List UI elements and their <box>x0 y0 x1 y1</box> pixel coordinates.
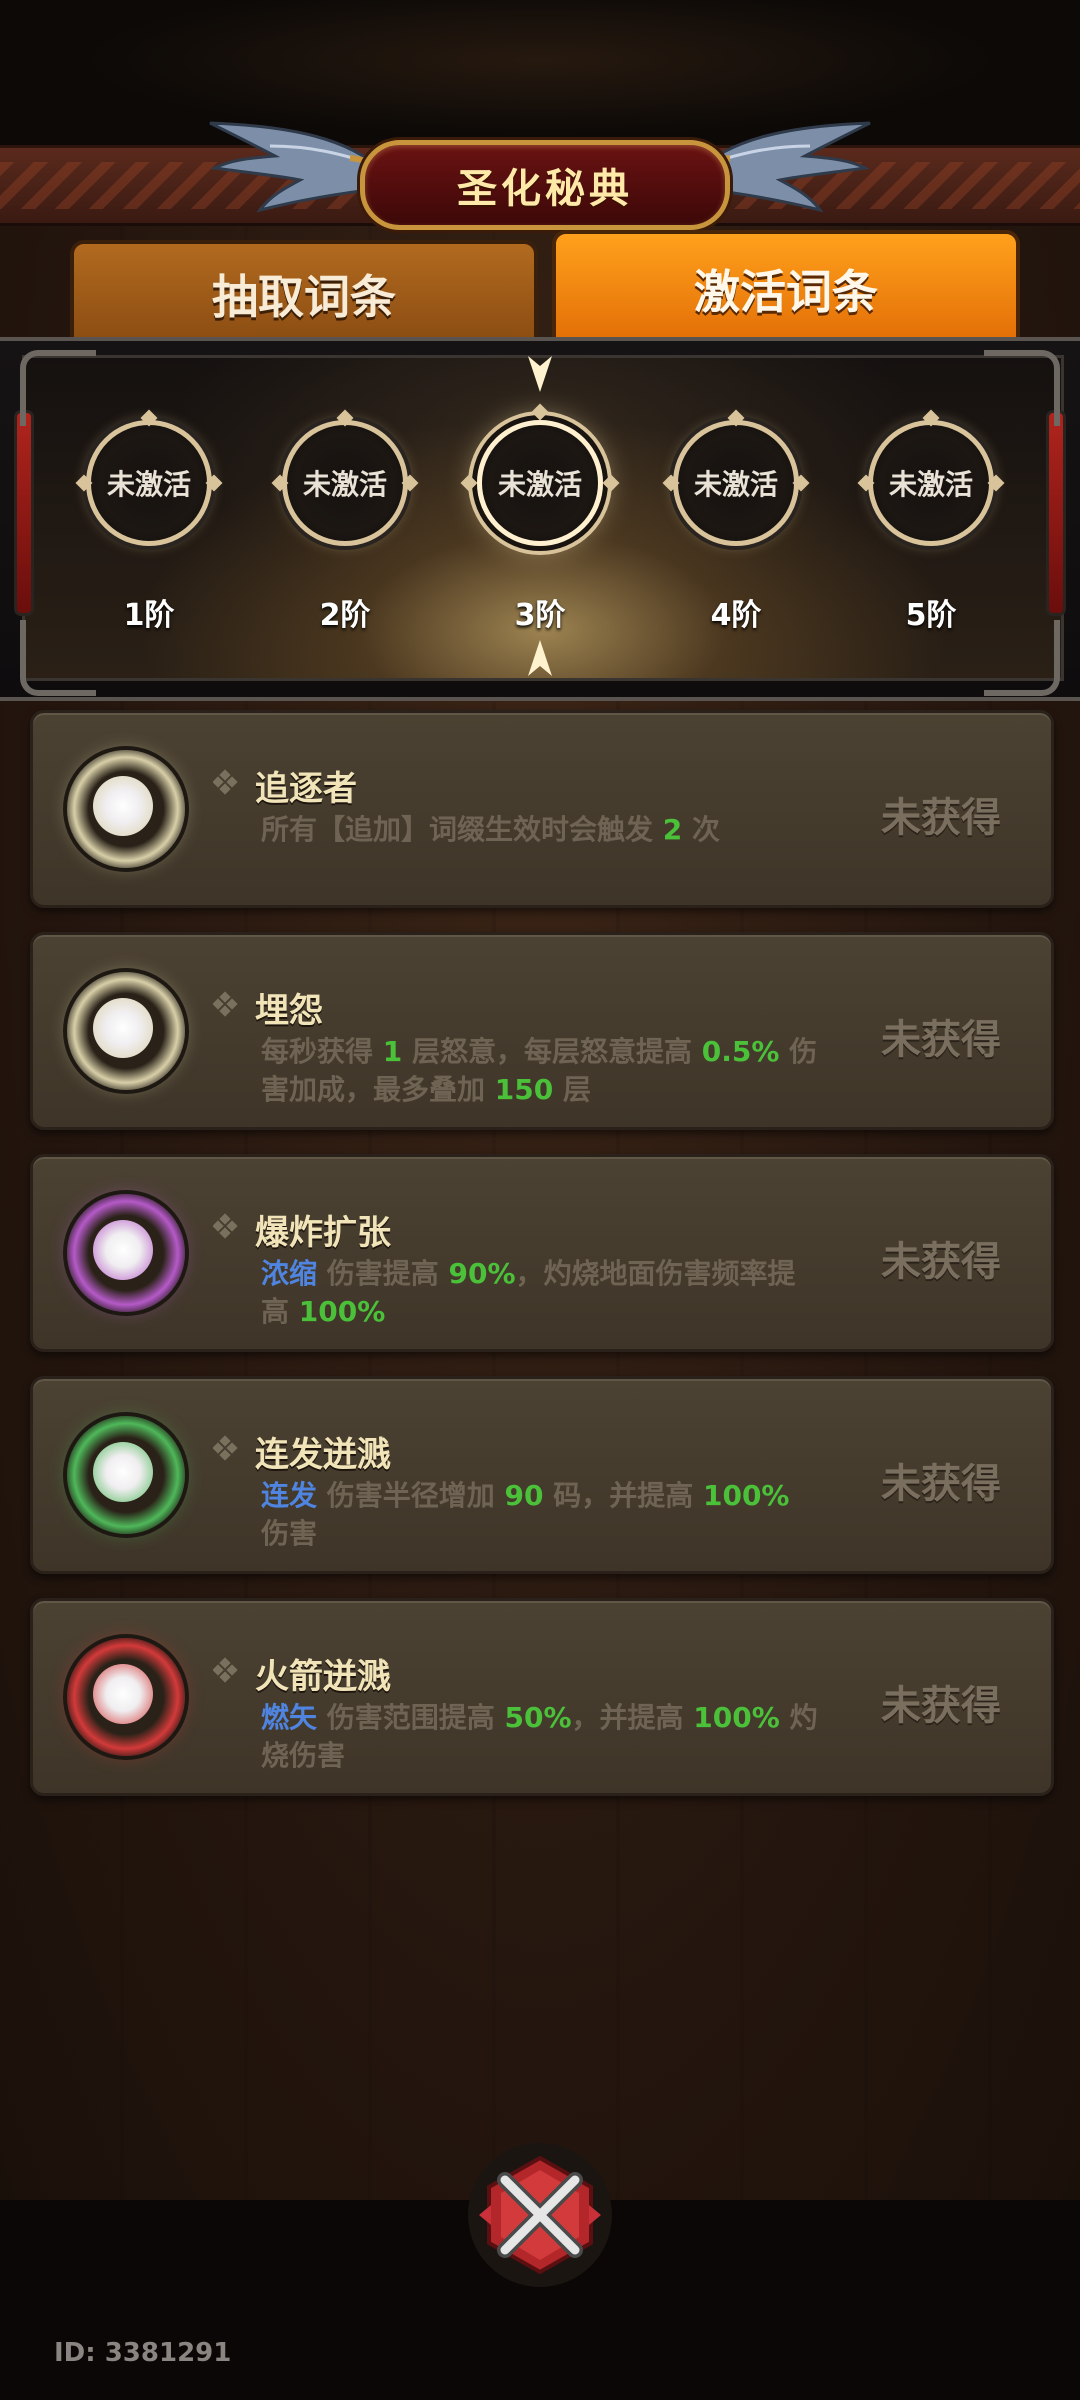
highlight-value: 100% <box>702 1479 790 1512</box>
highlight-value: 100% <box>298 1295 386 1328</box>
highlight-value: 1 <box>382 1035 403 1068</box>
description-text: 层怒意，每层怒意提高 <box>402 1035 702 1068</box>
keyword-tag: 浓缩 <box>261 1257 318 1290</box>
close-x-icon[interactable] <box>465 2140 615 2290</box>
tier-ring: 未激活 <box>868 420 994 546</box>
tier-label: 3阶 <box>514 598 566 633</box>
orb-icon <box>67 972 185 1090</box>
entry-name: 追逐者 <box>255 769 357 809</box>
tier-3-slot[interactable]: 未激活 <box>460 403 620 560</box>
description-text: 所有【追加】词缀生效时会触发 <box>261 813 663 846</box>
corner-ornament <box>20 350 96 426</box>
tier-state: 未激活 <box>693 468 778 501</box>
entry-description: 所有【追加】词缀生效时会触发 2 次 <box>261 811 821 849</box>
diamond-bullet-icon <box>213 1213 238 1239</box>
description-text: 伤害范围提高 <box>317 1701 505 1734</box>
orb-icon <box>67 1416 185 1534</box>
tier-5-slot[interactable]: 未激活 <box>857 409 1005 560</box>
description-text: 伤害 <box>261 1517 318 1550</box>
keyword-tag: 燃矢 <box>261 1701 318 1734</box>
entry-description: 浓缩 伤害提高 90%，灼烧地面伤害频率提高 100% <box>261 1255 821 1331</box>
tier-label: 5阶 <box>905 598 957 633</box>
description-text: 次 <box>682 813 720 846</box>
orb-core <box>93 776 153 836</box>
top-spike-icon <box>528 356 552 392</box>
tier-label: 1阶 <box>123 598 175 633</box>
keyword-tag: 连发 <box>261 1479 318 1512</box>
tab-draw-entries-label: 抽取词条 <box>212 270 396 324</box>
diamond-bullet-icon <box>213 1435 238 1461</box>
entry-card[interactable]: 连发迸溅 连发 伤害半径增加 90 码，并提高 100% 伤害 未获得 <box>30 1376 1054 1574</box>
tab-activate-entries-label: 激活词条 <box>694 265 878 319</box>
page-title: 圣化秘典 <box>457 166 633 212</box>
entry-card[interactable]: 爆炸扩张 浓缩 伤害提高 90%，灼烧地面伤害频率提高 100% 未获得 <box>30 1154 1054 1352</box>
orb-core <box>93 1442 153 1502</box>
description-text: 码，并提高 <box>543 1479 703 1512</box>
highlight-value: 2 <box>662 813 683 846</box>
tier-1-slot[interactable]: 未激活 <box>75 409 223 560</box>
tier-label: 4阶 <box>710 598 762 633</box>
diamond-bullet-icon <box>213 991 238 1017</box>
entry-status: 未获得 <box>881 1239 1001 1285</box>
tab-draw-entries[interactable]: 抽取词条 <box>70 240 538 348</box>
orb-icon <box>67 1638 185 1756</box>
entry-status: 未获得 <box>881 1017 1001 1063</box>
tier-state: 未激活 <box>106 468 191 501</box>
bottom-spike-icon <box>528 640 552 676</box>
tier-state: 未激活 <box>497 468 582 501</box>
title-plate: 圣化秘典 <box>360 140 730 230</box>
tier-ring: 未激活 <box>86 420 212 546</box>
player-id: ID: 3381291 <box>54 2338 232 2368</box>
orb-icon <box>67 1194 185 1312</box>
tier-4-slot[interactable]: 未激活 <box>662 409 810 560</box>
entry-name: 埋怨 <box>255 991 323 1031</box>
orb-core <box>93 1664 153 1724</box>
tier-ring: 未激活 <box>673 420 799 546</box>
description-text: 伤害提高 <box>317 1257 449 1290</box>
description-text: ，并提高 <box>571 1701 694 1734</box>
entry-description: 连发 伤害半径增加 90 码，并提高 100% 伤害 <box>261 1477 821 1553</box>
tier-ring: 未激活 <box>282 420 408 546</box>
highlight-value: 150 <box>494 1073 554 1106</box>
top-backdrop <box>0 0 1080 150</box>
entry-status: 未获得 <box>881 1683 1001 1729</box>
entry-card[interactable]: 追逐者 所有【追加】词缀生效时会触发 2 次未获得 <box>30 710 1054 908</box>
entry-description: 每秒获得 1 层怒意，每层怒意提高 0.5% 伤害加成，最多叠加 150 层 <box>261 1033 821 1109</box>
tier-2-slot[interactable]: 未激活 <box>271 409 419 560</box>
left-red-rail <box>14 410 34 616</box>
description-text: 每秒获得 <box>261 1035 383 1068</box>
highlight-value: 100% <box>693 1701 780 1734</box>
entry-name: 连发迸溅 <box>255 1435 391 1475</box>
entry-description: 燃矢 伤害范围提高 50%，并提高 100% 灼烧伤害 <box>261 1699 821 1775</box>
entry-card[interactable]: 埋怨 每秒获得 1 层怒意，每层怒意提高 0.5% 伤害加成，最多叠加 150 层… <box>30 932 1054 1130</box>
entry-card[interactable]: 火箭迸溅 燃矢 伤害范围提高 50%，并提高 100% 灼烧伤害 未获得 <box>30 1598 1054 1796</box>
entry-name: 火箭迸溅 <box>255 1657 391 1697</box>
description-text: 伤害半径增加 <box>317 1479 505 1512</box>
tab-activate-entries[interactable]: 激活词条 <box>552 230 1020 348</box>
highlight-value: 90 <box>504 1479 544 1512</box>
entry-status: 未获得 <box>881 1461 1001 1507</box>
entry-name: 爆炸扩张 <box>255 1213 391 1253</box>
right-red-rail <box>1046 410 1066 616</box>
highlight-value: 90% <box>448 1257 516 1290</box>
corner-ornament <box>984 350 1060 426</box>
tier-ring: 未激活 <box>477 420 603 546</box>
diamond-bullet-icon <box>213 1657 238 1683</box>
diamond-bullet-icon <box>213 769 238 795</box>
highlight-value: 0.5% <box>701 1035 780 1068</box>
description-text: 层 <box>553 1073 591 1106</box>
tier-state: 未激活 <box>888 468 973 501</box>
orb-core <box>93 1220 153 1280</box>
tier-state: 未激活 <box>302 468 387 501</box>
orb-core <box>93 998 153 1058</box>
entry-status: 未获得 <box>881 795 1001 841</box>
orb-icon <box>67 750 185 868</box>
highlight-value: 50% <box>504 1701 572 1734</box>
tier-label: 2阶 <box>319 598 371 633</box>
